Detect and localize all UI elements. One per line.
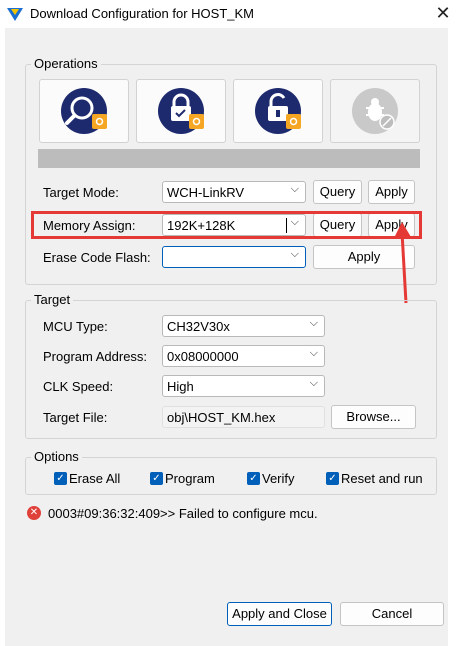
close-button[interactable]: ✕ — [432, 2, 454, 24]
target-mode-value: WCH-LinkRV — [167, 185, 245, 200]
log-message: 0003#09:36:32:409>> Failed to configure … — [48, 506, 318, 521]
verify-checkbox[interactable]: ✓ — [247, 472, 260, 485]
app-icon — [6, 5, 24, 23]
program-label: Program — [165, 471, 215, 486]
chevron-down-icon: ⌵ — [309, 377, 318, 389]
options-legend: Options — [31, 449, 82, 464]
mcu-type-label: MCU Type: — [43, 319, 108, 334]
verify-label: Verify — [262, 471, 295, 486]
clk-speed-label: CLK Speed: — [43, 379, 114, 394]
reset-and-run-label: Reset and run — [341, 471, 423, 486]
target-mode-query-button[interactable]: Query — [313, 180, 362, 204]
lock-icon — [158, 88, 204, 134]
progress-bar — [38, 149, 420, 168]
clk-speed-select[interactable]: High ⌵ — [162, 375, 325, 397]
error-icon: ✕ — [27, 506, 41, 520]
apply-and-close-button[interactable]: Apply and Close — [227, 602, 332, 626]
protect-button[interactable] — [136, 79, 226, 143]
browse-button[interactable]: Browse... — [331, 405, 416, 429]
chevron-down-icon: ⌵ — [309, 347, 318, 359]
operations-legend: Operations — [31, 56, 101, 71]
program-checkbox[interactable]: ✓ — [150, 472, 163, 485]
erase-all-label: Erase All — [69, 471, 121, 486]
program-address-label: Program Address: — [43, 349, 148, 364]
window-title: Download Configuration for HOST_KM — [30, 6, 254, 21]
mcu-type-select[interactable]: CH32V30x ⌵ — [162, 315, 325, 337]
erase-all-checkbox[interactable]: ✓ — [54, 472, 67, 485]
target-legend: Target — [31, 292, 74, 307]
query-button[interactable] — [39, 79, 129, 143]
window-edge-left — [0, 28, 5, 646]
program-address-select[interactable]: 0x08000000 ⌵ — [162, 345, 325, 367]
chevron-down-icon: ⌵ — [290, 183, 299, 195]
chevron-down-icon: ⌵ — [290, 248, 299, 260]
cancel-button[interactable]: Cancel — [340, 602, 444, 626]
clk-speed-value: High — [167, 379, 194, 394]
unprotect-button[interactable] — [233, 79, 323, 143]
target-file-field[interactable]: obj\HOST_KM.hex — [162, 406, 325, 428]
magnifier-icon — [61, 88, 107, 134]
target-mode-label: Target Mode: — [43, 185, 119, 200]
bug-icon — [352, 88, 398, 134]
highlight-box — [31, 211, 422, 239]
program-address-value: 0x08000000 — [167, 349, 239, 364]
erase-code-flash-select[interactable]: ⌵ — [162, 246, 306, 268]
erase-code-flash-label: Erase Code Flash: — [43, 250, 151, 265]
reset-and-run-checkbox[interactable]: ✓ — [326, 472, 339, 485]
target-file-label: Target File: — [43, 410, 108, 425]
target-mode-apply-button[interactable]: Apply — [368, 180, 415, 204]
unlock-icon — [255, 88, 301, 134]
chevron-down-icon: ⌵ — [309, 317, 318, 329]
annotation-arrow — [394, 222, 411, 304]
debug-button[interactable] — [330, 79, 420, 143]
target-file-value: obj\HOST_KM.hex — [167, 410, 276, 425]
mcu-type-value: CH32V30x — [167, 319, 230, 334]
target-mode-select[interactable]: WCH-LinkRV ⌵ — [162, 181, 306, 203]
window-edge-right — [448, 28, 460, 646]
